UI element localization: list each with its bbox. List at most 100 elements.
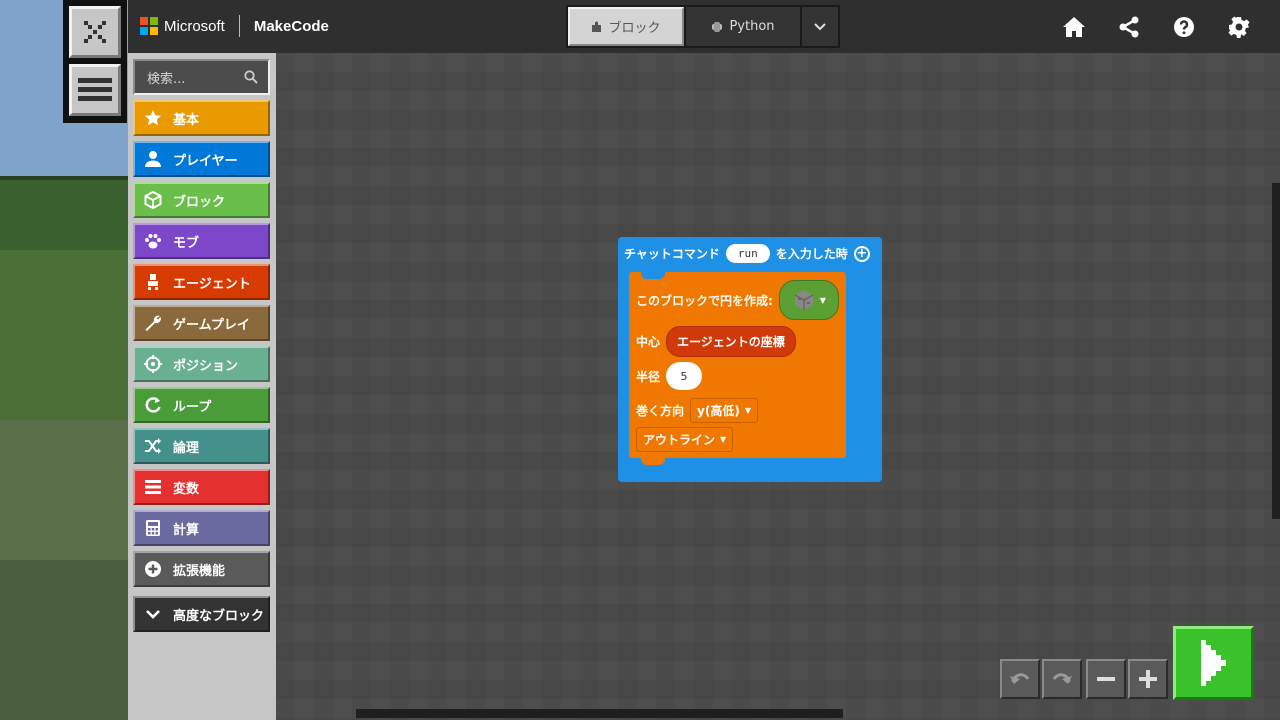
dropdown-caret-icon: ▼ bbox=[819, 295, 826, 305]
radius-row: 半径 5 bbox=[636, 362, 703, 390]
category-label: モブ bbox=[173, 235, 200, 251]
shuffle-icon bbox=[143, 436, 163, 456]
plus-circle-icon bbox=[143, 559, 163, 579]
chevron-down-icon bbox=[143, 604, 163, 624]
toolbox-search-input[interactable]: 検索... bbox=[133, 59, 270, 95]
dropdown-caret-icon: ▼ bbox=[744, 406, 751, 415]
language-dropdown-button[interactable] bbox=[800, 7, 838, 46]
radius-input[interactable]: 5 bbox=[666, 362, 703, 390]
fill-mode-dropdown[interactable]: アウトライン ▼ bbox=[636, 427, 734, 452]
orientation-row: 巻く方向 y(高低) ▼ bbox=[636, 398, 758, 423]
category-extensions[interactable]: 拡張機能 bbox=[133, 551, 270, 587]
category-label: ブロック bbox=[173, 194, 226, 210]
category-loops[interactable]: ループ bbox=[133, 387, 270, 423]
fill-row: アウトライン ▼ bbox=[636, 427, 734, 452]
category-basic[interactable]: 基本 bbox=[133, 100, 270, 136]
puzzle-icon bbox=[592, 21, 602, 32]
brand: Microsoft MakeCode bbox=[140, 14, 329, 38]
category-blocks[interactable]: ブロック bbox=[133, 182, 270, 218]
search-icon bbox=[244, 70, 258, 84]
category-advanced[interactable]: 高度なブロック bbox=[133, 596, 270, 632]
game-side-panel bbox=[63, 0, 127, 123]
share-button[interactable] bbox=[1101, 10, 1156, 44]
add-parameter-button[interactable]: + bbox=[853, 245, 870, 262]
search-placeholder: 検索... bbox=[147, 71, 186, 87]
help-button[interactable] bbox=[1156, 10, 1211, 44]
agent-position-reporter[interactable]: エージェントの座標 bbox=[666, 326, 796, 357]
plus-icon bbox=[1139, 670, 1157, 688]
category-label: エージェント bbox=[173, 276, 251, 292]
category-label: 変数 bbox=[173, 481, 200, 497]
vertical-scrollbar[interactable] bbox=[1272, 183, 1280, 519]
share-icon bbox=[1119, 16, 1138, 38]
category-label: ポジション bbox=[173, 358, 239, 374]
brand-company: Microsoft bbox=[164, 17, 225, 35]
agent-icon bbox=[143, 272, 163, 292]
redo-button[interactable] bbox=[1042, 659, 1082, 699]
category-gameplay[interactable]: ゲームプレイ bbox=[133, 305, 270, 341]
top-actions bbox=[1046, 10, 1266, 44]
event-header: チャットコマンド run を入力した時 + bbox=[624, 244, 870, 263]
python-tab-label: Python bbox=[729, 19, 775, 34]
orientation-value: y(高低) bbox=[697, 404, 740, 418]
block-notch bbox=[641, 457, 665, 465]
menu-button[interactable] bbox=[69, 64, 121, 116]
settings-button[interactable] bbox=[1211, 10, 1266, 44]
category-label: 拡張機能 bbox=[173, 563, 226, 579]
circle-row-block: このブロックで円を作成: ▼ bbox=[636, 280, 839, 320]
calculator-icon bbox=[143, 518, 163, 538]
zoom-out-button[interactable] bbox=[1086, 659, 1126, 699]
category-math[interactable]: 計算 bbox=[133, 510, 270, 546]
block-notch bbox=[641, 271, 665, 279]
workspace-controls bbox=[1000, 659, 1168, 699]
blocks-tab-label: ブロック bbox=[608, 21, 661, 36]
horizontal-scrollbar[interactable] bbox=[356, 709, 843, 718]
python-tab[interactable]: Python bbox=[684, 7, 800, 46]
category-label: 基本 bbox=[173, 112, 200, 128]
category-mobs[interactable]: モブ bbox=[133, 223, 270, 259]
python-icon bbox=[712, 21, 723, 32]
gear-icon bbox=[1228, 16, 1249, 38]
orientation-label: 巻く方向 bbox=[636, 404, 685, 418]
play-icon bbox=[1200, 640, 1226, 686]
list-icon bbox=[143, 477, 163, 497]
category-logic[interactable]: 論理 bbox=[133, 428, 270, 464]
undo-icon bbox=[1010, 673, 1030, 684]
cube-icon bbox=[143, 190, 163, 210]
run-code-button[interactable] bbox=[1173, 626, 1254, 700]
orientation-dropdown[interactable]: y(高低) ▼ bbox=[690, 398, 758, 423]
event-prefix: チャットコマンド bbox=[624, 247, 720, 261]
undo-button[interactable] bbox=[1000, 659, 1040, 699]
editor-toggle: ブロック Python bbox=[566, 5, 840, 48]
minus-icon bbox=[1097, 677, 1115, 681]
home-button[interactable] bbox=[1046, 10, 1101, 44]
close-icon bbox=[84, 21, 106, 43]
category-player[interactable]: プレイヤー bbox=[133, 141, 270, 177]
zoom-in-button[interactable] bbox=[1128, 659, 1168, 699]
center-label: 中心 bbox=[636, 335, 661, 349]
category-positions[interactable]: ポジション bbox=[133, 346, 270, 382]
blocks-tab[interactable]: ブロック bbox=[568, 7, 684, 46]
category-label: ゲームプレイ bbox=[173, 317, 250, 333]
category-label: 高度なブロック bbox=[173, 608, 265, 624]
circle-label: このブロックで円を作成: bbox=[636, 293, 773, 308]
stone-block-icon bbox=[794, 290, 813, 310]
help-icon bbox=[1173, 17, 1194, 37]
brand-product: MakeCode bbox=[253, 17, 329, 35]
hamburger-menu-icon bbox=[78, 78, 112, 101]
category-agent[interactable]: エージェント bbox=[133, 264, 270, 300]
category-label: 論理 bbox=[173, 440, 200, 456]
microsoft-logo-icon bbox=[140, 17, 158, 35]
chevron-down-icon bbox=[814, 22, 826, 30]
home-icon bbox=[1062, 17, 1085, 37]
command-input[interactable]: run bbox=[725, 244, 770, 263]
star-icon bbox=[143, 108, 163, 128]
paw-icon bbox=[143, 231, 163, 251]
center-row: 中心 エージェントの座標 bbox=[636, 326, 796, 357]
create-circle-block[interactable]: このブロックで円を作成: ▼ 中心 エージェントの座標 半径 5 巻く方向 y(… bbox=[629, 271, 846, 465]
close-button[interactable] bbox=[69, 6, 121, 58]
category-variables[interactable]: 変数 bbox=[133, 469, 270, 505]
block-picker-dropdown[interactable]: ▼ bbox=[778, 280, 839, 320]
toolbox: 検索... 基本 プレイヤー ブロック モブ エージェント ゲームプレイ ポジシ… bbox=[128, 53, 276, 720]
brand-divider bbox=[238, 15, 240, 37]
